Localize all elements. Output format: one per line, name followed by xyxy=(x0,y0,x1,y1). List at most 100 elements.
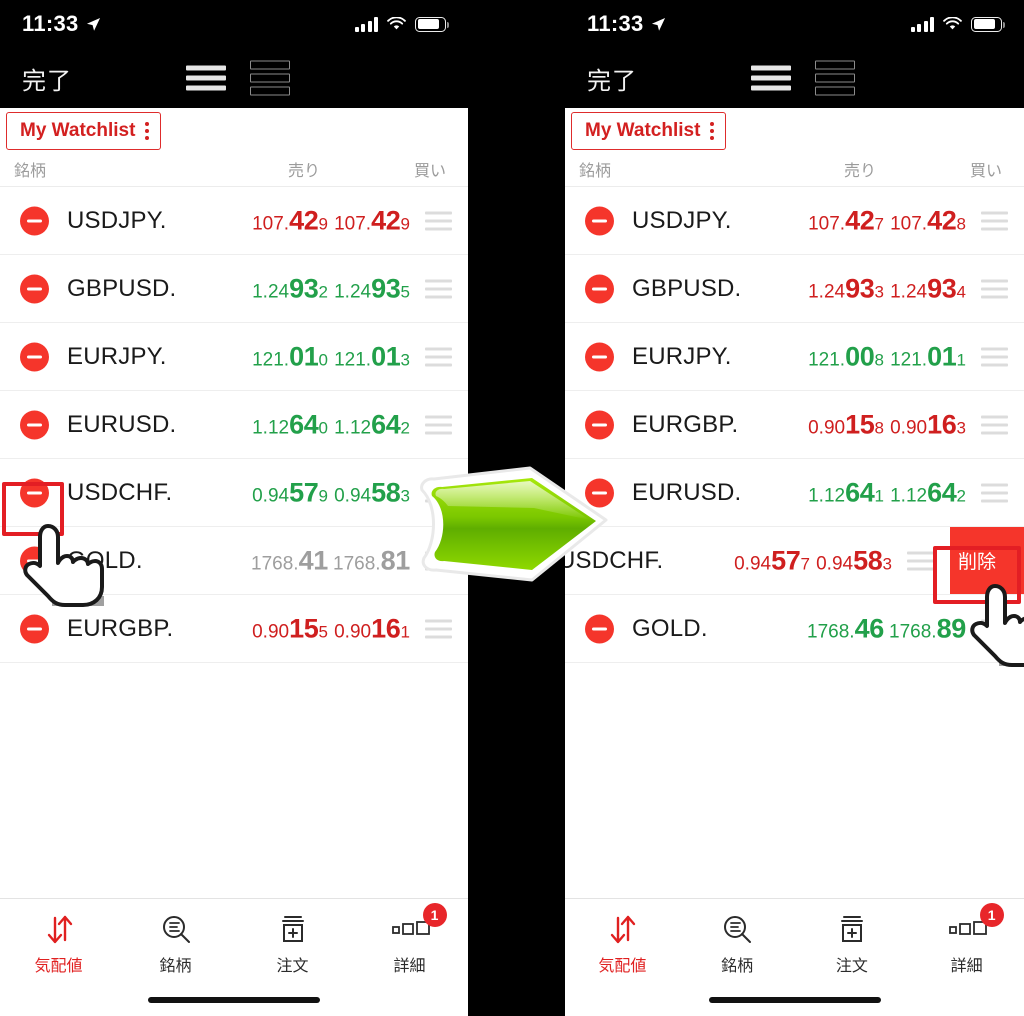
remove-button[interactable] xyxy=(585,410,614,439)
buy-price[interactable]: 0.90 16 3 xyxy=(890,409,966,440)
tab-details[interactable]: 1 詳細 xyxy=(909,903,1024,976)
drag-handle-icon[interactable] xyxy=(981,347,1008,366)
buy-price[interactable]: 1768. 81 xyxy=(333,545,410,576)
buy-price[interactable]: 1.24 93 5 xyxy=(334,273,410,304)
sell-price[interactable]: 1.24 93 3 xyxy=(808,273,884,304)
remove-button[interactable] xyxy=(20,206,49,235)
price-prefix: 121. xyxy=(252,349,290,370)
drag-handle-icon[interactable] xyxy=(425,347,452,366)
watchlist-tab[interactable]: My Watchlist xyxy=(6,112,162,150)
list-view-detailed-icon[interactable] xyxy=(250,60,290,96)
table-row[interactable]: GBPUSD. 1.24 93 2 1.24 93 5 xyxy=(0,255,468,323)
table-row[interactable]: 削除 USDCHF. 0.94 57 7 0.94 58 3 xyxy=(565,527,1024,595)
buy-price[interactable]: 1.12 64 2 xyxy=(334,409,410,440)
buy-price[interactable]: 1.12 64 2 xyxy=(890,477,966,508)
price-fraction: 3 xyxy=(956,418,966,437)
table-row[interactable]: USDCHF. 0.94 57 9 0.94 58 3 xyxy=(0,459,468,527)
drag-handle-icon[interactable] xyxy=(907,551,934,570)
sell-price[interactable]: 121. 01 0 xyxy=(252,341,328,372)
tab-quotes[interactable]: 気配値 xyxy=(0,913,117,976)
price-prefix: 0.90 xyxy=(334,621,372,642)
remove-button[interactable] xyxy=(20,546,49,575)
buy-price[interactable]: 121. 01 3 xyxy=(334,341,410,372)
sell-price[interactable]: 107. 42 7 xyxy=(808,205,884,236)
symbol-label: USDJPY. xyxy=(67,206,167,234)
buy-price[interactable]: 1.24 93 4 xyxy=(890,273,966,304)
buy-price[interactable]: 1768. 89 xyxy=(889,613,966,644)
drag-handle-icon[interactable] xyxy=(425,619,452,638)
sell-price[interactable]: 1768. 41 xyxy=(251,545,328,576)
table-row[interactable]: EURGBP. 0.90 15 5 0.90 16 1 xyxy=(0,595,468,663)
sell-price[interactable]: 121. 00 8 xyxy=(808,341,884,372)
remove-button[interactable] xyxy=(20,342,49,371)
buy-price[interactable]: 107. 42 9 xyxy=(334,205,410,236)
table-row[interactable]: EURJPY. 121. 00 8 121. 01 1 xyxy=(565,323,1024,391)
price-major: 57 xyxy=(771,545,801,575)
drag-handle-icon[interactable] xyxy=(981,619,1008,638)
kebab-menu-icon[interactable] xyxy=(710,121,715,141)
drag-handle-icon[interactable] xyxy=(981,483,1008,502)
sell-price[interactable]: 0.90 15 8 xyxy=(808,409,884,440)
table-row[interactable]: GOLD. 1768. 41 1768. 81 xyxy=(0,527,468,595)
price-prefix: 107. xyxy=(890,213,928,234)
symbol-label: GBPUSD. xyxy=(632,274,742,302)
sell-price[interactable]: 0.94 57 7 xyxy=(734,545,810,576)
remove-button[interactable] xyxy=(585,274,614,303)
table-row[interactable]: EURUSD. 1.12 64 0 1.12 64 2 xyxy=(0,391,468,459)
tab-symbols[interactable]: 銘柄 xyxy=(117,913,234,976)
table-row[interactable]: EURUSD. 1.12 64 1 1.12 64 2 xyxy=(565,459,1024,527)
table-row[interactable]: EURGBP. 0.90 15 8 0.90 16 3 xyxy=(565,391,1024,459)
table-row[interactable]: USDJPY. 107. 42 9 107. 42 9 xyxy=(0,187,468,255)
buy-price[interactable]: 0.90 16 1 xyxy=(334,613,410,644)
remove-button[interactable] xyxy=(20,614,49,643)
remove-button[interactable] xyxy=(585,478,614,507)
done-button[interactable]: 完了 xyxy=(587,61,637,96)
remove-button[interactable] xyxy=(20,274,49,303)
tab-quotes[interactable]: 気配値 xyxy=(565,913,680,976)
drag-handle-icon[interactable] xyxy=(425,279,452,298)
price-fraction: 9 xyxy=(400,214,410,233)
buy-price[interactable]: 107. 42 8 xyxy=(890,205,966,236)
remove-button[interactable] xyxy=(20,478,49,507)
kebab-menu-icon[interactable] xyxy=(145,121,150,141)
table-row[interactable]: GOLD. 1768. 46 1768. 89 xyxy=(565,595,1024,663)
table-row[interactable]: EURJPY. 121. 01 0 121. 01 3 xyxy=(0,323,468,391)
price-major: 41 xyxy=(298,545,329,575)
list-view-detailed-icon[interactable] xyxy=(815,60,855,96)
sell-price[interactable]: 1.12 64 0 xyxy=(252,409,328,440)
drag-handle-icon[interactable] xyxy=(981,279,1008,298)
remove-button[interactable] xyxy=(20,410,49,439)
list-view-simple-icon[interactable] xyxy=(751,65,791,91)
price-fraction: 0 xyxy=(318,418,328,437)
watchlist-tab[interactable]: My Watchlist xyxy=(571,112,727,150)
drag-handle-icon[interactable] xyxy=(981,415,1008,434)
drag-handle-icon[interactable] xyxy=(981,211,1008,230)
tab-orders[interactable]: 注文 xyxy=(795,913,910,976)
sell-price[interactable]: 0.94 57 9 xyxy=(252,477,328,508)
drag-handle-icon[interactable] xyxy=(425,551,452,570)
sell-price[interactable]: 1.12 64 1 xyxy=(808,477,884,508)
drag-handle-icon[interactable] xyxy=(425,483,452,502)
sell-price[interactable]: 1768. 46 xyxy=(807,613,884,644)
table-row[interactable]: USDJPY. 107. 42 7 107. 42 8 xyxy=(565,187,1024,255)
remove-button[interactable] xyxy=(585,206,614,235)
sell-price[interactable]: 1.24 93 2 xyxy=(252,273,328,304)
tab-details[interactable]: 1 詳細 xyxy=(351,903,468,976)
buy-price[interactable]: 0.94 58 3 xyxy=(334,477,410,508)
table-row[interactable]: GBPUSD. 1.24 93 3 1.24 93 4 xyxy=(565,255,1024,323)
done-button[interactable]: 完了 xyxy=(22,61,72,96)
buy-price[interactable]: 121. 01 1 xyxy=(890,341,966,372)
sell-price[interactable]: 0.90 15 5 xyxy=(252,613,328,644)
tab-orders[interactable]: 注文 xyxy=(234,913,351,976)
remove-button[interactable] xyxy=(585,342,614,371)
list-view-simple-icon[interactable] xyxy=(186,65,226,91)
drag-handle-icon[interactable] xyxy=(425,211,452,230)
remove-button[interactable] xyxy=(585,614,614,643)
buy-price[interactable]: 0.94 58 3 xyxy=(816,545,892,576)
symbols-search-icon xyxy=(159,913,193,945)
wifi-icon xyxy=(387,17,406,30)
drag-handle-icon[interactable] xyxy=(425,415,452,434)
price-major: 93 xyxy=(289,273,319,303)
sell-price[interactable]: 107. 42 9 xyxy=(252,205,328,236)
tab-symbols[interactable]: 銘柄 xyxy=(680,913,795,976)
